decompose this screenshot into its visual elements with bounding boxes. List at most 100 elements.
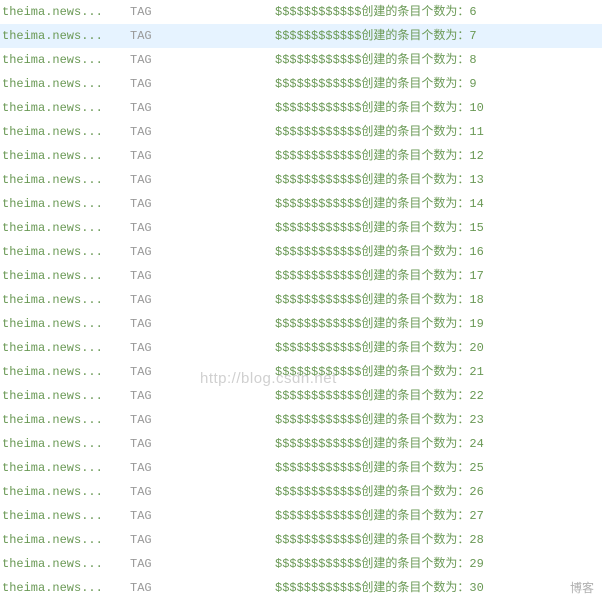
- log-tag: TAG: [130, 264, 275, 288]
- log-tag: TAG: [130, 288, 275, 312]
- log-message: $$$$$$$$$$$$创建的条目个数为：17: [275, 264, 602, 288]
- log-source: theima.news...: [0, 48, 130, 72]
- log-source: theima.news...: [0, 456, 130, 480]
- log-source: theima.news...: [0, 120, 130, 144]
- log-row[interactable]: theima.news...TAG$$$$$$$$$$$$创建的条目个数为：13: [0, 168, 602, 192]
- log-message: $$$$$$$$$$$$创建的条目个数为：26: [275, 480, 602, 504]
- log-row[interactable]: theima.news...TAG$$$$$$$$$$$$创建的条目个数为：14: [0, 192, 602, 216]
- log-row[interactable]: theima.news...TAG$$$$$$$$$$$$创建的条目个数为：25: [0, 456, 602, 480]
- log-message: $$$$$$$$$$$$创建的条目个数为：11: [275, 120, 602, 144]
- log-source: theima.news...: [0, 216, 130, 240]
- log-tag: TAG: [130, 72, 275, 96]
- log-message: $$$$$$$$$$$$创建的条目个数为：6: [275, 0, 602, 24]
- log-tag: TAG: [130, 408, 275, 432]
- log-row[interactable]: theima.news...TAG$$$$$$$$$$$$创建的条目个数为：20: [0, 336, 602, 360]
- log-source: theima.news...: [0, 432, 130, 456]
- log-source: theima.news...: [0, 288, 130, 312]
- log-message: $$$$$$$$$$$$创建的条目个数为：9: [275, 72, 602, 96]
- log-row[interactable]: theima.news...TAG$$$$$$$$$$$$创建的条目个数为：19: [0, 312, 602, 336]
- log-tag: TAG: [130, 240, 275, 264]
- log-row[interactable]: theima.news...TAG$$$$$$$$$$$$创建的条目个数为：8: [0, 48, 602, 72]
- log-row[interactable]: theima.news...TAG$$$$$$$$$$$$创建的条目个数为：26: [0, 480, 602, 504]
- log-message: $$$$$$$$$$$$创建的条目个数为：27: [275, 504, 602, 528]
- log-tag: TAG: [130, 480, 275, 504]
- log-source: theima.news...: [0, 360, 130, 384]
- log-source: theima.news...: [0, 552, 130, 576]
- log-message: $$$$$$$$$$$$创建的条目个数为：13: [275, 168, 602, 192]
- log-row[interactable]: theima.news...TAG$$$$$$$$$$$$创建的条目个数为：21: [0, 360, 602, 384]
- log-message: $$$$$$$$$$$$创建的条目个数为：19: [275, 312, 602, 336]
- log-source: theima.news...: [0, 576, 130, 600]
- log-source: theima.news...: [0, 240, 130, 264]
- log-message: $$$$$$$$$$$$创建的条目个数为：24: [275, 432, 602, 456]
- log-tag: TAG: [130, 504, 275, 528]
- log-message: $$$$$$$$$$$$创建的条目个数为：18: [275, 288, 602, 312]
- log-row[interactable]: theima.news...TAG$$$$$$$$$$$$创建的条目个数为：28: [0, 528, 602, 552]
- log-message: $$$$$$$$$$$$创建的条目个数为：23: [275, 408, 602, 432]
- log-tag: TAG: [130, 0, 275, 24]
- log-source: theima.news...: [0, 336, 130, 360]
- log-row[interactable]: theima.news...TAG$$$$$$$$$$$$创建的条目个数为：22: [0, 384, 602, 408]
- log-message: $$$$$$$$$$$$创建的条目个数为：29: [275, 552, 602, 576]
- log-tag: TAG: [130, 432, 275, 456]
- log-message: $$$$$$$$$$$$创建的条目个数为：30: [275, 576, 602, 600]
- log-message: $$$$$$$$$$$$创建的条目个数为：10: [275, 96, 602, 120]
- log-message: $$$$$$$$$$$$创建的条目个数为：20: [275, 336, 602, 360]
- log-tag: TAG: [130, 24, 275, 48]
- log-source: theima.news...: [0, 168, 130, 192]
- log-row[interactable]: theima.news...TAG$$$$$$$$$$$$创建的条目个数为：10: [0, 96, 602, 120]
- log-tag: TAG: [130, 552, 275, 576]
- log-row[interactable]: theima.news...TAG$$$$$$$$$$$$创建的条目个数为：9: [0, 72, 602, 96]
- log-tag: TAG: [130, 360, 275, 384]
- log-source: theima.news...: [0, 312, 130, 336]
- log-source: theima.news...: [0, 24, 130, 48]
- log-source: theima.news...: [0, 96, 130, 120]
- log-source: theima.news...: [0, 264, 130, 288]
- log-source: theima.news...: [0, 480, 130, 504]
- log-source: theima.news...: [0, 384, 130, 408]
- log-tag: TAG: [130, 336, 275, 360]
- log-source: theima.news...: [0, 0, 130, 24]
- log-source: theima.news...: [0, 192, 130, 216]
- log-source: theima.news...: [0, 504, 130, 528]
- log-tag: TAG: [130, 192, 275, 216]
- log-message: $$$$$$$$$$$$创建的条目个数为：21: [275, 360, 602, 384]
- log-message: $$$$$$$$$$$$创建的条目个数为：22: [275, 384, 602, 408]
- log-message: $$$$$$$$$$$$创建的条目个数为：15: [275, 216, 602, 240]
- log-row[interactable]: theima.news...TAG$$$$$$$$$$$$创建的条目个数为：29: [0, 552, 602, 576]
- log-row[interactable]: theima.news...TAG$$$$$$$$$$$$创建的条目个数为：30: [0, 576, 602, 600]
- log-message: $$$$$$$$$$$$创建的条目个数为：14: [275, 192, 602, 216]
- log-row[interactable]: theima.news...TAG$$$$$$$$$$$$创建的条目个数为：6: [0, 0, 602, 24]
- log-tag: TAG: [130, 48, 275, 72]
- log-row[interactable]: theima.news...TAG$$$$$$$$$$$$创建的条目个数为：17: [0, 264, 602, 288]
- log-row[interactable]: theima.news...TAG$$$$$$$$$$$$创建的条目个数为：27: [0, 504, 602, 528]
- log-message: $$$$$$$$$$$$创建的条目个数为：7: [275, 24, 602, 48]
- log-tag: TAG: [130, 384, 275, 408]
- log-source: theima.news...: [0, 144, 130, 168]
- log-row[interactable]: theima.news...TAG$$$$$$$$$$$$创建的条目个数为：12: [0, 144, 602, 168]
- log-tag: TAG: [130, 576, 275, 600]
- log-tag: TAG: [130, 216, 275, 240]
- log-row[interactable]: theima.news...TAG$$$$$$$$$$$$创建的条目个数为：11: [0, 120, 602, 144]
- log-tag: TAG: [130, 528, 275, 552]
- log-row[interactable]: theima.news...TAG$$$$$$$$$$$$创建的条目个数为：18: [0, 288, 602, 312]
- log-source: theima.news...: [0, 528, 130, 552]
- log-tag: TAG: [130, 168, 275, 192]
- log-row[interactable]: theima.news...TAG$$$$$$$$$$$$创建的条目个数为：23: [0, 408, 602, 432]
- log-tag: TAG: [130, 96, 275, 120]
- log-tag: TAG: [130, 144, 275, 168]
- log-tag: TAG: [130, 120, 275, 144]
- log-message: $$$$$$$$$$$$创建的条目个数为：12: [275, 144, 602, 168]
- log-message: $$$$$$$$$$$$创建的条目个数为：16: [275, 240, 602, 264]
- log-message: $$$$$$$$$$$$创建的条目个数为：8: [275, 48, 602, 72]
- log-row[interactable]: theima.news...TAG$$$$$$$$$$$$创建的条目个数为：7: [0, 24, 602, 48]
- log-tag: TAG: [130, 456, 275, 480]
- log-row[interactable]: theima.news...TAG$$$$$$$$$$$$创建的条目个数为：24: [0, 432, 602, 456]
- log-message: $$$$$$$$$$$$创建的条目个数为：28: [275, 528, 602, 552]
- log-message: $$$$$$$$$$$$创建的条目个数为：25: [275, 456, 602, 480]
- log-row[interactable]: theima.news...TAG$$$$$$$$$$$$创建的条目个数为：15: [0, 216, 602, 240]
- log-source: theima.news...: [0, 408, 130, 432]
- log-row[interactable]: theima.news...TAG$$$$$$$$$$$$创建的条目个数为：16: [0, 240, 602, 264]
- log-output: theima.news...TAG$$$$$$$$$$$$创建的条目个数为：6t…: [0, 0, 602, 600]
- log-tag: TAG: [130, 312, 275, 336]
